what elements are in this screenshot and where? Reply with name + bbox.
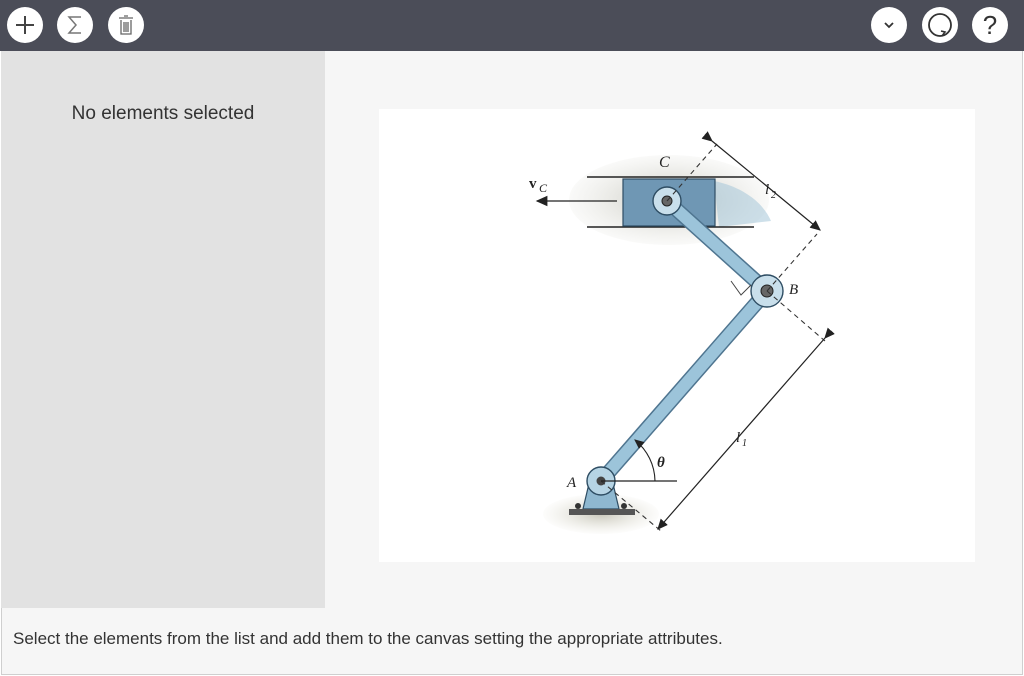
dropdown-button[interactable] (871, 7, 907, 43)
label-l1-sub: 1 (742, 438, 747, 449)
bolt-left (575, 503, 581, 509)
sigma-icon (67, 16, 81, 34)
extension-b-bottom (766, 290, 826, 342)
trash-icon (119, 15, 133, 35)
label-a: A (566, 475, 577, 491)
bolt-right (621, 503, 627, 509)
velocity-subscript: C (539, 181, 548, 195)
mechanism-diagram: v C C B A θ l 2 l 1 (529, 131, 835, 534)
selection-message: No elements selected (71, 103, 255, 124)
problem-figure: v C C B A θ l 2 l 1 (379, 109, 975, 562)
sum-button[interactable] (57, 7, 93, 43)
toolbar: ? (0, 0, 1024, 51)
label-l2-sub: 2 (771, 190, 776, 201)
velocity-label: v (529, 176, 537, 192)
dimension-l1 (657, 327, 835, 530)
delete-button[interactable] (108, 7, 144, 43)
help-icon: ? (982, 10, 998, 40)
label-b: B (789, 282, 798, 298)
label-theta: θ (657, 455, 665, 471)
plus-icon (16, 16, 34, 34)
chevron-down-icon (884, 22, 894, 29)
label-l2: l (765, 182, 769, 198)
support-base (569, 509, 635, 515)
label-c: C (659, 154, 670, 171)
link-ab (595, 285, 773, 487)
add-button[interactable] (7, 7, 43, 43)
element-panel: No elements selected (1, 51, 325, 608)
reset-icon (928, 13, 952, 37)
label-l1: l (736, 430, 740, 446)
help-button[interactable]: ? (972, 7, 1008, 43)
reset-button[interactable] (922, 7, 958, 43)
instructions-text: Select the elements from the list and ad… (13, 629, 723, 648)
